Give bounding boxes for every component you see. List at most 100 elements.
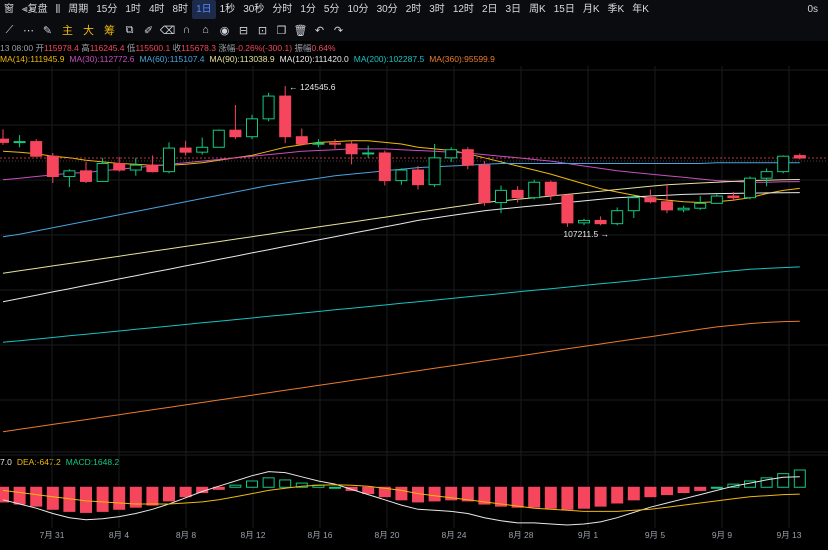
ma-legend-6: MA(360):95599.9 [429, 54, 495, 64]
candle-body [760, 171, 773, 179]
timeframe-d2[interactable]: 2日 [478, 0, 502, 19]
line-tool-icon[interactable]: ⟋ [0, 21, 19, 39]
candle-body [312, 142, 325, 145]
x-axis-label: 7月 31 [39, 530, 64, 540]
candle-body [544, 181, 557, 196]
undo-icon[interactable]: ↶ [310, 21, 329, 39]
candle-body [378, 152, 391, 182]
macd-bar [279, 479, 292, 488]
macd-bar [246, 480, 258, 488]
candle-body [428, 157, 441, 186]
lock-icon[interactable]: ⊡ [253, 21, 272, 39]
ma-line-0 [2, 140, 800, 204]
macd-bar [229, 484, 242, 488]
macd-bar [744, 480, 756, 488]
indicator-1[interactable]: 大 [78, 22, 99, 38]
timeframe-chart_type[interactable]: ⫼ [52, 0, 65, 19]
macd-bar [461, 486, 474, 502]
trash-icon[interactable]: 🗑 [291, 21, 310, 39]
eye-icon[interactable]: ◉ [215, 21, 234, 39]
macd-bar [146, 486, 159, 506]
timeframe-period[interactable]: 周期 [64, 0, 92, 19]
candle-body [163, 147, 175, 173]
candle-body [710, 195, 723, 204]
timeframe-window[interactable]: 窗 [0, 0, 18, 19]
change-value: -0.26%(-300.1) [235, 43, 293, 53]
timeframe-h2[interactable]: 2时 [402, 0, 426, 19]
timeframe-replay[interactable]: ⫷复盘 [18, 0, 52, 19]
brush-icon[interactable]: ✎ [38, 21, 57, 39]
macd-bar [677, 486, 690, 494]
price-chart[interactable]: ← 124545.6 107211.5 → 7月 31 8月 4 8月 8 8月 12 8月… [0, 0, 828, 550]
indicator-0[interactable]: 主 [57, 22, 78, 38]
drawing-toolbar: ⟋ ⋯ ✎ 主大筹 ⧉ ✐ ⌫ ∩ ⌂ ◉ ⊟ ⊡ ❐ 🗑 ↶ ↷ [0, 19, 828, 41]
candle-body [229, 129, 242, 138]
timeframe-m1[interactable]: 1分 [296, 0, 320, 19]
x-axis-label: 8月 20 [374, 530, 399, 540]
macd-bar [644, 486, 657, 498]
refresh-interval[interactable]: 0s [807, 0, 818, 19]
ma-legend-0: MA(14):111945.9 [0, 54, 65, 64]
candle-body [528, 181, 541, 199]
candle-body [46, 155, 59, 178]
ma-legend-2: MA(60):115107.4 [139, 54, 205, 64]
macd-bar [345, 486, 358, 491]
timeframe-h12[interactable]: 12时 [449, 0, 478, 19]
timeframe-d3[interactable]: 3日 [502, 0, 526, 19]
candle-body [744, 177, 756, 199]
macd-legend-2: MACD:1648.2 [65, 457, 120, 467]
magnet-icon[interactable]: ∩ [177, 21, 196, 39]
tag-icon[interactable]: ⌂ [196, 21, 215, 39]
ma-legend-5: MA(200):102287.5 [353, 54, 425, 64]
x-axis-label: 9月 1 [578, 530, 599, 540]
ruler-icon[interactable]: ⊟ [234, 21, 253, 39]
copy-icon[interactable]: ❐ [272, 21, 291, 39]
macd-legend-0: 7.0 [0, 457, 12, 467]
candle-body [96, 163, 109, 182]
candle-body [80, 170, 92, 182]
candle-body [793, 155, 806, 159]
timeframe-m5[interactable]: 5分 [320, 0, 344, 19]
timeframe-h4[interactable]: 4时 [145, 0, 169, 19]
timeframe-tick[interactable]: 分时 [268, 0, 296, 19]
timeframe-h8[interactable]: 8时 [169, 0, 193, 19]
timeframe-m15[interactable]: 15分 [92, 0, 121, 19]
candle-body [445, 149, 458, 159]
timeframe-d1[interactable]: 1日 [192, 0, 216, 19]
timeframe-m10[interactable]: 10分 [343, 0, 372, 19]
timeframe-h1[interactable]: 1时 [121, 0, 145, 19]
x-axis-label: 8月 28 [508, 530, 533, 540]
candle-body [262, 95, 275, 120]
timeframe-yr[interactable]: 年K [628, 0, 653, 19]
pen-icon[interactable]: ✐ [139, 21, 158, 39]
macd-legend: 7.0 DEA:-647.2 MACD:1648.2 [0, 457, 124, 467]
candle-body [644, 197, 657, 203]
close-value: 115678.3 [181, 43, 216, 53]
ma-legend-3: MA(90):113038.9 [209, 54, 275, 64]
timeframe-mo[interactable]: 月K [579, 0, 604, 19]
timeframe-h3[interactable]: 3时 [425, 0, 449, 19]
more-tools-icon[interactable]: ⋯ [19, 21, 38, 39]
redo-icon[interactable]: ↷ [329, 21, 348, 39]
macd-bar [395, 486, 408, 501]
indicator-2[interactable]: 筹 [99, 22, 120, 38]
candle-body [611, 210, 624, 225]
timeframe-wk[interactable]: 周K [525, 0, 550, 19]
macd-bar [329, 486, 341, 489]
timeframe-qt[interactable]: 季K [604, 0, 629, 19]
low-annotation: 107211.5 → [563, 229, 609, 239]
x-axis-label: 8月 24 [441, 530, 466, 540]
candle-body [395, 169, 408, 182]
macd-bar [295, 482, 308, 488]
timeframe-m30[interactable]: 30分 [373, 0, 402, 19]
timeframe-s1[interactable]: 1秒 [216, 0, 240, 19]
timeframe-d15[interactable]: 15日 [550, 0, 579, 19]
candle-body [279, 95, 292, 138]
ma-line-2 [2, 162, 800, 238]
macd-bar [30, 486, 43, 507]
macd-bar [412, 486, 424, 503]
eraser-icon[interactable]: ⌫ [158, 21, 177, 39]
ma-line-5 [2, 266, 800, 343]
timeframe-s30[interactable]: 30秒 [239, 0, 268, 19]
frame-icon[interactable]: ⧉ [120, 21, 139, 39]
